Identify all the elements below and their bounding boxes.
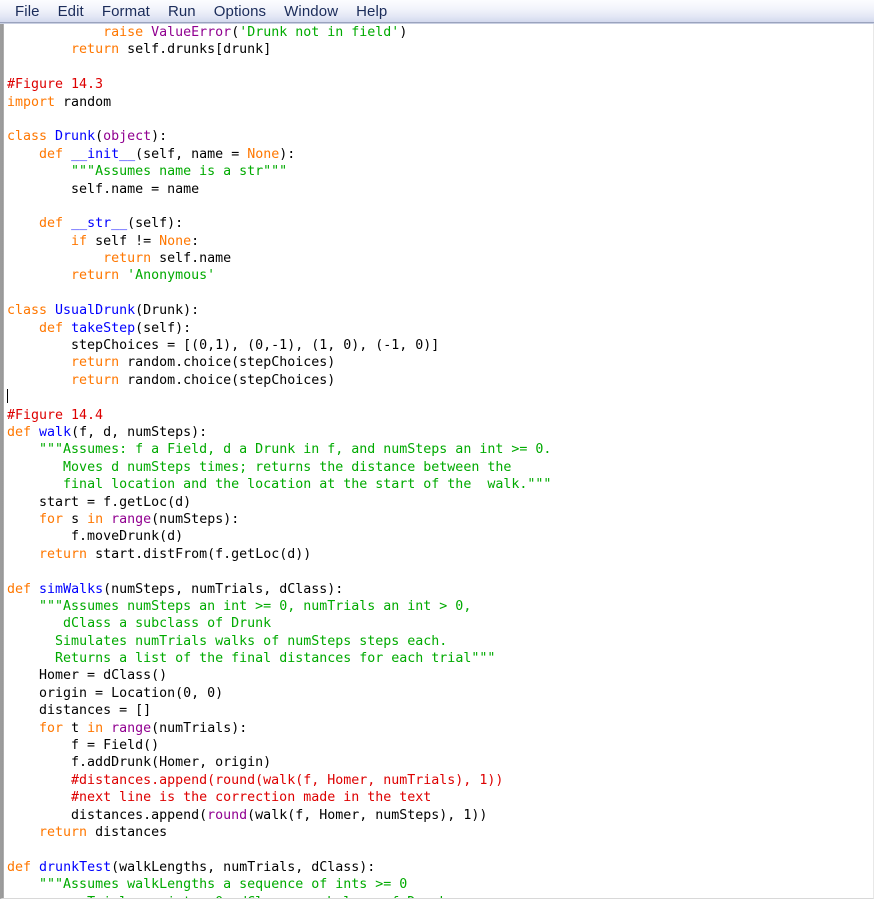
code-line: def drunkTest(walkLengths, numTrials, dC…: [7, 859, 376, 875]
code-line: def __init__(self, name = None):: [39, 146, 296, 162]
editor-text-area[interactable]: raise ValueError('Drunk not in field') r…: [0, 23, 874, 899]
code-line: stepChoices = [(0,1), (0,-1), (1, 0), (-…: [7, 338, 440, 354]
code-line: """Assumes name is a str""": [71, 164, 288, 180]
code-line: dClass a subclass of Drunk: [63, 616, 272, 632]
code-line: return start.distFrom(f.getLoc(d)): [39, 546, 312, 562]
code-line: f.addDrunk(Homer, origin): [7, 755, 272, 771]
menu-bar: File Edit Format Run Options Window Help: [0, 0, 874, 24]
code-line: return random.choice(stepChoices): [71, 372, 336, 388]
code-line: def __str__(self):: [39, 216, 184, 232]
text-cursor: [7, 389, 8, 404]
code-line: numTrials an int > 0, dClass a subclass …: [7, 894, 873, 898]
code-line: """Assumes: f a Field, d a Drunk in f, a…: [39, 442, 552, 458]
menu-window[interactable]: Window: [275, 1, 347, 22]
code-line: """Assumes numSteps an int >= 0, numTria…: [39, 598, 472, 614]
code-line: for s in range(numSteps):: [39, 511, 240, 527]
code-line: return self.drunks[drunk]: [71, 42, 272, 58]
code-line: origin = Location(0, 0): [7, 685, 224, 701]
menu-file[interactable]: File: [6, 1, 49, 22]
code-line: Moves d numSteps times; returns the dist…: [63, 459, 512, 475]
code-line: return distances: [39, 824, 168, 840]
code-line: def simWalks(numSteps, numTrials, dClass…: [7, 581, 344, 597]
code-line: distances = []: [7, 703, 152, 719]
code-line: raise ValueError('Drunk not in field'): [103, 25, 408, 40]
code-line: return self.name: [103, 251, 232, 267]
idle-editor-window: File Edit Format Run Options Window Help raise…: [0, 0, 874, 899]
code-line: #Figure 14.4: [7, 407, 104, 423]
code-line: class UsualDrunk(Drunk):: [7, 303, 200, 319]
code-line: import random: [7, 94, 112, 110]
menu-options[interactable]: Options: [205, 1, 275, 22]
code-line: for t in range(numTrials):: [39, 720, 248, 736]
code-line: Returns a list of the final distances fo…: [55, 651, 496, 667]
menu-format[interactable]: Format: [93, 1, 159, 22]
code-line: start = f.getLoc(d): [7, 494, 192, 510]
code-line: def walk(f, d, numSteps):: [7, 424, 208, 440]
code-line: return 'Anonymous': [71, 268, 216, 284]
code-line: #Figure 14.3: [7, 77, 104, 93]
menu-edit[interactable]: Edit: [49, 1, 93, 22]
code-line: return random.choice(stepChoices): [71, 355, 336, 371]
code-line: self.name = name: [7, 181, 200, 197]
code-line: def takeStep(self):: [39, 320, 192, 336]
code-line: #next line is the correction made in the…: [71, 790, 432, 806]
source-code[interactable]: raise ValueError('Drunk not in field') r…: [7, 24, 873, 898]
code-line: f.moveDrunk(d): [7, 529, 184, 545]
code-line: class Drunk(object):: [7, 129, 168, 145]
code-line: """Assumes walkLengths a sequence of int…: [39, 877, 408, 893]
code-line: Homer = dClass(): [7, 668, 168, 684]
code-line: Simulates numTrials walks of numSteps st…: [55, 633, 448, 649]
code-line: if self != None:: [71, 233, 200, 249]
code-line: distances.append(round(walk(f, Homer, nu…: [7, 807, 488, 823]
code-line: f = Field(): [7, 738, 160, 754]
menu-run[interactable]: Run: [159, 1, 205, 22]
menu-help[interactable]: Help: [347, 1, 396, 22]
code-line: [7, 389, 873, 406]
code-line: #distances.append(round(walk(f, Homer, n…: [71, 772, 504, 788]
code-line: final location and the location at the s…: [63, 477, 552, 493]
